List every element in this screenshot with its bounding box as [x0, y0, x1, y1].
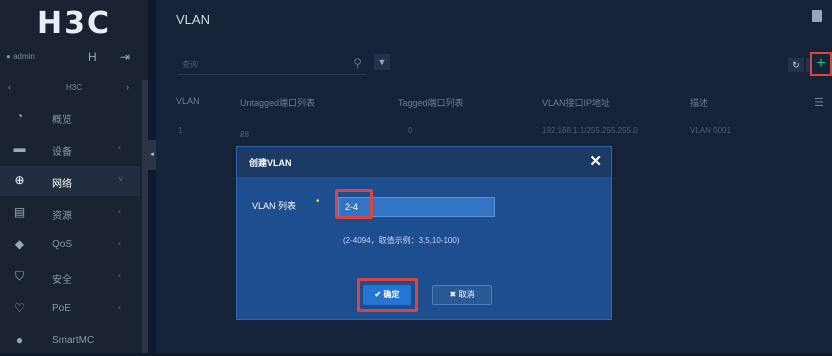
- search-icon[interactable]: ⚲: [353, 56, 362, 70]
- sidebar-item-network[interactable]: ⊕ 网络 ˅: [0, 166, 140, 196]
- column-header: Untagged端口列表: [240, 98, 316, 108]
- search-placeholder: 查询: [182, 60, 198, 69]
- sidebar-item-device[interactable]: ▬ 设备 ‹: [0, 134, 140, 164]
- plus-icon: +: [816, 55, 826, 72]
- save-config-icon[interactable]: [812, 10, 822, 22]
- sidebar-item-security[interactable]: ⛉ 安全 ‹: [0, 262, 140, 292]
- dashboard-icon: ◔: [15, 109, 24, 123]
- logout-icon[interactable]: ⇥: [120, 50, 130, 64]
- sidebar-item-poe[interactable]: ♡ PoE ‹: [0, 294, 140, 324]
- column-header: VLAN: [176, 96, 200, 106]
- table-cell: 192.168.1.1/255.255.255.0: [542, 126, 638, 135]
- chevron-down-icon: ˅: [118, 174, 124, 184]
- table-cell: 0: [408, 126, 413, 135]
- device-name: H3C: [66, 83, 83, 92]
- chevron-left-icon: ‹: [118, 142, 121, 152]
- sidebar-item-label: QoS: [52, 239, 73, 250]
- table-header: VLAN Untagged端口列表 Tagged端口列表 VLAN接口IP地址 …: [156, 92, 832, 110]
- create-vlan-dialog: 创建VLAN ✕ VLAN 列表 • 2-4 (2-4094，取值示例：3,5,…: [236, 146, 612, 320]
- database-icon: ▤: [13, 205, 26, 219]
- sidebar-item-resources[interactable]: ▤ 资源 ‹: [0, 198, 140, 228]
- sidebar-item-overview[interactable]: ◔ 概览: [0, 102, 140, 132]
- sidebar-item-label: 安全: [52, 275, 72, 286]
- sidebar-item-label: 资源: [52, 211, 72, 222]
- brand-logo: H3C: [37, 6, 111, 41]
- page-title: VLAN: [176, 12, 210, 27]
- globe-icon: ⊕: [14, 173, 25, 187]
- vlan-list-label: VLAN 列表: [252, 201, 297, 211]
- column-settings-icon[interactable]: ☰: [814, 96, 824, 109]
- sidebar-scrollbar[interactable]: [142, 80, 148, 353]
- prev-device-icon[interactable]: ‹: [8, 82, 11, 92]
- dialog-header: 创建VLAN ✕: [237, 147, 611, 177]
- search-input[interactable]: 查询 ⚲: [178, 54, 366, 75]
- user-icon: ●: [6, 52, 11, 61]
- chevron-left-icon: ‹: [118, 206, 121, 216]
- sidebar-item-label: 网络: [52, 179, 72, 190]
- user-name-label: admin: [13, 52, 35, 61]
- sidebar-item-smartmc[interactable]: ● SmartMC: [0, 326, 140, 356]
- chevron-left-icon: ‹: [118, 238, 121, 248]
- chevron-left-icon: ‹: [118, 302, 121, 312]
- next-device-icon[interactable]: ›: [126, 82, 129, 92]
- refresh-button[interactable]: ↻: [788, 58, 804, 72]
- table-cell: 1: [178, 126, 183, 135]
- refresh-icon: ↻: [792, 60, 800, 70]
- shield-icon: ⛉: [14, 269, 24, 283]
- input-highlight: [335, 189, 373, 219]
- column-header: Tagged端口列表: [398, 98, 464, 108]
- table-cell-value: 28: [240, 130, 249, 139]
- collapse-sidebar-button[interactable]: ◂: [148, 140, 156, 170]
- required-indicator: •: [316, 196, 320, 207]
- device-icon: ▬: [13, 141, 26, 155]
- sidebar: H3C ● admin H ⇥ ‹ H3C › ◔ 概览 ▬ 设备 ‹ ⊕ 网络…: [0, 0, 148, 353]
- sidebar-item-label: 设备: [52, 147, 72, 158]
- confirm-highlight: [357, 278, 418, 312]
- sidebar-item-label: SmartMC: [52, 335, 95, 346]
- home-icon[interactable]: H: [88, 50, 97, 64]
- device-switcher: ‹ H3C ›: [0, 82, 148, 98]
- user-bar: ● admin H ⇥: [0, 50, 148, 68]
- add-button[interactable]: +: [810, 52, 832, 76]
- vlan-range-hint: (2-4094，取值示例：3,5,10-100): [343, 236, 460, 245]
- table-row[interactable]: 1 ▪ 28 0 192.168.1.1/255.255.255.0 VLAN …: [156, 122, 832, 142]
- qos-icon: ◆: [14, 237, 25, 251]
- dialog-title: 创建VLAN: [249, 158, 292, 168]
- column-header: VLAN接口IP地址: [542, 98, 611, 108]
- smartmc-icon: ●: [15, 333, 24, 347]
- filter-button[interactable]: ▼: [374, 54, 390, 70]
- sidebar-item-label: PoE: [52, 303, 71, 314]
- cancel-button[interactable]: ✖ 取消: [432, 285, 492, 305]
- chevron-left-icon: ‹: [118, 270, 121, 280]
- filter-icon: ▼: [377, 57, 387, 67]
- close-icon[interactable]: ✕: [589, 152, 602, 170]
- poe-icon: ♡: [14, 301, 25, 315]
- sidebar-item-qos[interactable]: ◆ QoS ‹: [0, 230, 140, 260]
- user-name[interactable]: ● admin: [6, 52, 35, 61]
- column-header: 描述: [690, 98, 709, 108]
- sidebar-item-label: 概览: [52, 115, 72, 126]
- table-cell: VLAN 0001: [690, 126, 731, 135]
